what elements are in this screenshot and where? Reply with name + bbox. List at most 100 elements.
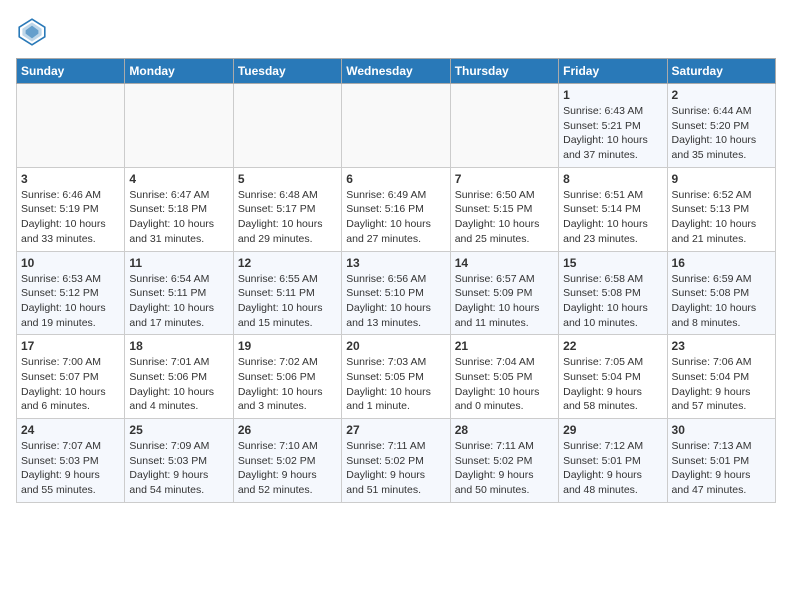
calendar-week-row: 10Sunrise: 6:53 AM Sunset: 5:12 PM Dayli… — [17, 251, 776, 335]
day-number: 9 — [672, 172, 771, 186]
day-info: Sunrise: 7:07 AM Sunset: 5:03 PM Dayligh… — [21, 439, 120, 498]
day-number: 4 — [129, 172, 228, 186]
day-info: Sunrise: 6:48 AM Sunset: 5:17 PM Dayligh… — [238, 188, 337, 247]
calendar-cell: 20 Sunrise: 7:03 AM Sunset: 5:05 PM Dayli… — [342, 335, 450, 419]
day-number: 1 — [563, 88, 662, 102]
day-number: 22 — [563, 339, 662, 353]
day-info: Sunrise: 7:05 AM Sunset: 5:04 PM Dayligh… — [563, 355, 662, 414]
day-info: Sunrise: 7:04 AM Sunset: 5:05 PM Dayligh… — [455, 355, 554, 414]
day-number: 13 — [346, 256, 445, 270]
day-info: Sunrise: 7:12 AM Sunset: 5:01 PM Dayligh… — [563, 439, 662, 498]
logo — [16, 16, 52, 48]
day-number: 5 — [238, 172, 337, 186]
calendar-cell: 18 Sunrise: 7:01 AM Sunset: 5:06 PM Dayli… — [125, 335, 233, 419]
day-info: Sunrise: 6:46 AM Sunset: 5:19 PM Dayligh… — [21, 188, 120, 247]
day-info: Sunrise: 7:06 AM Sunset: 5:04 PM Dayligh… — [672, 355, 771, 414]
calendar-cell: 8Sunrise: 6:51 AM Sunset: 5:14 PM Daylig… — [559, 167, 667, 251]
calendar-week-row: 1 Sunrise: 6:43 AM Sunset: 5:21 PM Daylig… — [17, 84, 776, 168]
day-info: Sunrise: 6:58 AM Sunset: 5:08 PM Dayligh… — [563, 272, 662, 331]
day-number: 28 — [455, 423, 554, 437]
calendar-cell: 4 Sunrise: 6:47 AM Sunset: 5:18 PM Daylig… — [125, 167, 233, 251]
day-number: 16 — [672, 256, 771, 270]
weekday-header: Thursday — [450, 59, 558, 84]
calendar-week-row: 24Sunrise: 7:07 AM Sunset: 5:03 PM Dayli… — [17, 419, 776, 503]
calendar-cell: 13 Sunrise: 6:56 AM Sunset: 5:10 PM Dayli… — [342, 251, 450, 335]
calendar-cell: 17 Sunrise: 7:00 AM Sunset: 5:07 PM Dayli… — [17, 335, 125, 419]
day-info: Sunrise: 6:54 AM Sunset: 5:11 PM Dayligh… — [129, 272, 228, 331]
calendar-cell: 26 Sunrise: 7:10 AM Sunset: 5:02 PM Dayli… — [233, 419, 341, 503]
day-info: Sunrise: 6:56 AM Sunset: 5:10 PM Dayligh… — [346, 272, 445, 331]
calendar-cell: 15 Sunrise: 6:58 AM Sunset: 5:08 PM Dayli… — [559, 251, 667, 335]
calendar-cell: 22 Sunrise: 7:05 AM Sunset: 5:04 PM Dayli… — [559, 335, 667, 419]
weekday-header: Friday — [559, 59, 667, 84]
calendar-cell: 16 Sunrise: 6:59 AM Sunset: 5:08 PM Dayli… — [667, 251, 775, 335]
day-info: Sunrise: 7:11 AM Sunset: 5:02 PM Dayligh… — [455, 439, 554, 498]
day-info: Sunrise: 7:11 AM Sunset: 5:02 PM Dayligh… — [346, 439, 445, 498]
day-info: Sunrise: 7:02 AM Sunset: 5:06 PM Dayligh… — [238, 355, 337, 414]
day-info: Sunrise: 6:51 AM Sunset: 5:14 PM Dayligh… — [563, 188, 662, 247]
day-info: Sunrise: 7:13 AM Sunset: 5:01 PM Dayligh… — [672, 439, 771, 498]
weekday-header: Saturday — [667, 59, 775, 84]
calendar-cell — [342, 84, 450, 168]
day-number: 25 — [129, 423, 228, 437]
calendar-cell: 9 Sunrise: 6:52 AM Sunset: 5:13 PM Daylig… — [667, 167, 775, 251]
day-number: 11 — [129, 256, 228, 270]
calendar-table: SundayMondayTuesdayWednesdayThursdayFrid… — [16, 58, 776, 503]
day-number: 19 — [238, 339, 337, 353]
calendar-cell: 19 Sunrise: 7:02 AM Sunset: 5:06 PM Dayli… — [233, 335, 341, 419]
day-info: Sunrise: 6:57 AM Sunset: 5:09 PM Dayligh… — [455, 272, 554, 331]
weekday-header-row: SundayMondayTuesdayWednesdayThursdayFrid… — [17, 59, 776, 84]
calendar-cell: 10Sunrise: 6:53 AM Sunset: 5:12 PM Dayli… — [17, 251, 125, 335]
day-number: 6 — [346, 172, 445, 186]
day-number: 30 — [672, 423, 771, 437]
calendar-cell — [450, 84, 558, 168]
day-number: 27 — [346, 423, 445, 437]
calendar-cell: 11 Sunrise: 6:54 AM Sunset: 5:11 PM Dayli… — [125, 251, 233, 335]
calendar-cell: 1 Sunrise: 6:43 AM Sunset: 5:21 PM Daylig… — [559, 84, 667, 168]
calendar-cell: 12 Sunrise: 6:55 AM Sunset: 5:11 PM Dayli… — [233, 251, 341, 335]
day-number: 26 — [238, 423, 337, 437]
page-header — [16, 16, 776, 48]
day-number: 21 — [455, 339, 554, 353]
day-number: 29 — [563, 423, 662, 437]
day-info: Sunrise: 7:10 AM Sunset: 5:02 PM Dayligh… — [238, 439, 337, 498]
day-info: Sunrise: 7:00 AM Sunset: 5:07 PM Dayligh… — [21, 355, 120, 414]
calendar-cell: 14Sunrise: 6:57 AM Sunset: 5:09 PM Dayli… — [450, 251, 558, 335]
day-info: Sunrise: 6:44 AM Sunset: 5:20 PM Dayligh… — [672, 104, 771, 163]
calendar-cell: 6 Sunrise: 6:49 AM Sunset: 5:16 PM Daylig… — [342, 167, 450, 251]
calendar-cell: 23Sunrise: 7:06 AM Sunset: 5:04 PM Dayli… — [667, 335, 775, 419]
weekday-header: Sunday — [17, 59, 125, 84]
calendar-cell — [17, 84, 125, 168]
calendar-cell: 25 Sunrise: 7:09 AM Sunset: 5:03 PM Dayli… — [125, 419, 233, 503]
logo-icon — [16, 16, 48, 48]
day-info: Sunrise: 7:03 AM Sunset: 5:05 PM Dayligh… — [346, 355, 445, 414]
day-number: 15 — [563, 256, 662, 270]
calendar-cell: 28 Sunrise: 7:11 AM Sunset: 5:02 PM Dayli… — [450, 419, 558, 503]
day-number: 12 — [238, 256, 337, 270]
weekday-header: Monday — [125, 59, 233, 84]
calendar-cell: 24Sunrise: 7:07 AM Sunset: 5:03 PM Dayli… — [17, 419, 125, 503]
calendar-week-row: 3 Sunrise: 6:46 AM Sunset: 5:19 PM Daylig… — [17, 167, 776, 251]
calendar-cell: 30 Sunrise: 7:13 AM Sunset: 5:01 PM Dayli… — [667, 419, 775, 503]
day-info: Sunrise: 6:43 AM Sunset: 5:21 PM Dayligh… — [563, 104, 662, 163]
calendar-cell: 3 Sunrise: 6:46 AM Sunset: 5:19 PM Daylig… — [17, 167, 125, 251]
calendar-cell: 5 Sunrise: 6:48 AM Sunset: 5:17 PM Daylig… — [233, 167, 341, 251]
day-info: Sunrise: 6:47 AM Sunset: 5:18 PM Dayligh… — [129, 188, 228, 247]
day-number: 10 — [21, 256, 120, 270]
day-number: 2 — [672, 88, 771, 102]
calendar-cell — [233, 84, 341, 168]
day-info: Sunrise: 7:09 AM Sunset: 5:03 PM Dayligh… — [129, 439, 228, 498]
day-info: Sunrise: 6:55 AM Sunset: 5:11 PM Dayligh… — [238, 272, 337, 331]
calendar-cell — [125, 84, 233, 168]
day-info: Sunrise: 6:50 AM Sunset: 5:15 PM Dayligh… — [455, 188, 554, 247]
day-number: 17 — [21, 339, 120, 353]
day-number: 3 — [21, 172, 120, 186]
calendar-cell: 7Sunrise: 6:50 AM Sunset: 5:15 PM Daylig… — [450, 167, 558, 251]
calendar-week-row: 17 Sunrise: 7:00 AM Sunset: 5:07 PM Dayli… — [17, 335, 776, 419]
day-info: Sunrise: 6:59 AM Sunset: 5:08 PM Dayligh… — [672, 272, 771, 331]
day-number: 18 — [129, 339, 228, 353]
day-info: Sunrise: 6:49 AM Sunset: 5:16 PM Dayligh… — [346, 188, 445, 247]
day-number: 20 — [346, 339, 445, 353]
day-info: Sunrise: 6:52 AM Sunset: 5:13 PM Dayligh… — [672, 188, 771, 247]
day-info: Sunrise: 7:01 AM Sunset: 5:06 PM Dayligh… — [129, 355, 228, 414]
